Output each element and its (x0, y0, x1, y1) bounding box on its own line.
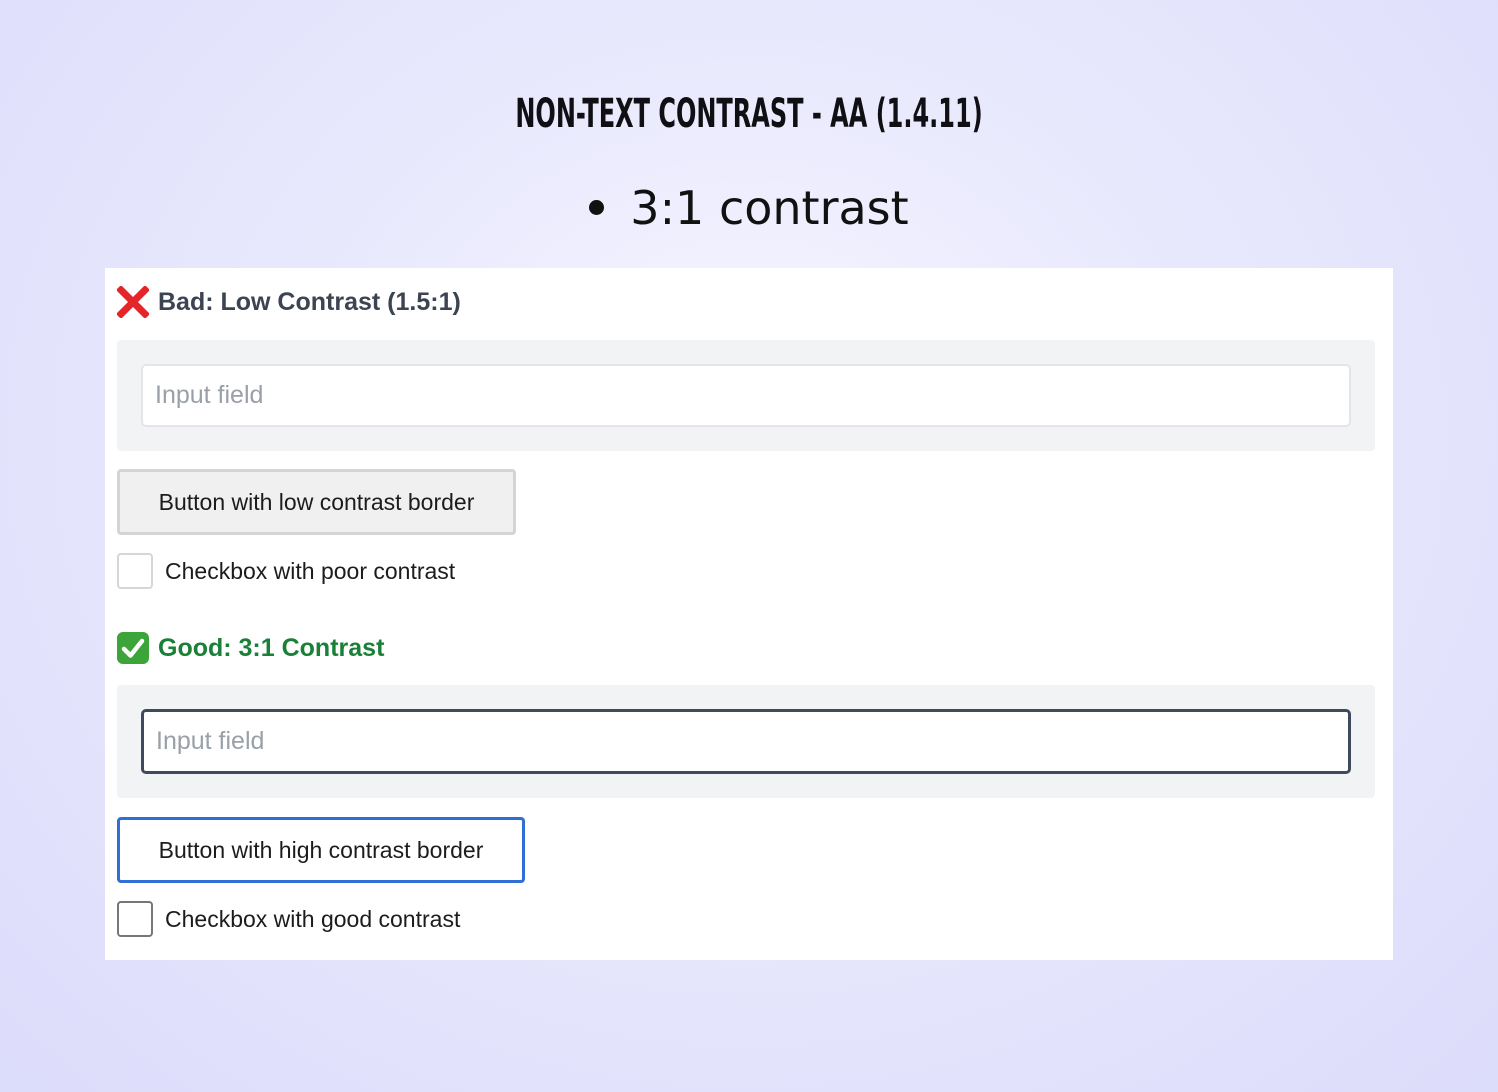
bullet-dot (589, 200, 605, 215)
bullet-text: 3:1 contrast (630, 181, 909, 235)
demo-panel: Bad: Low Contrast (1.5:1) Button with lo… (105, 268, 1393, 960)
bad-checkbox[interactable] (117, 553, 153, 589)
bad-example-heading: Bad: Low Contrast (1.5:1) (117, 284, 461, 320)
good-example-heading: Good: 3:1 Contrast (117, 630, 384, 666)
good-input-container (117, 685, 1375, 798)
bullet-list: 3:1 contrast (0, 178, 1498, 238)
good-example-heading-text: Good: 3:1 Contrast (158, 633, 385, 662)
bad-input-field[interactable] (141, 364, 1351, 427)
bullet-item: 3:1 contrast (589, 178, 909, 238)
bad-example-heading-text: Bad: Low Contrast (1.5:1) (158, 287, 461, 316)
good-checkbox-row[interactable]: Checkbox with good contrast (117, 901, 460, 937)
cross-mark-icon (117, 286, 149, 318)
good-input-field[interactable] (141, 709, 1351, 774)
bad-checkbox-label[interactable]: Checkbox with poor contrast (165, 558, 455, 585)
good-checkbox[interactable] (117, 901, 153, 937)
good-checkbox-label[interactable]: Checkbox with good contrast (165, 906, 460, 933)
good-high-contrast-button[interactable]: Button with high contrast border (117, 817, 525, 883)
check-mark-button-icon (117, 632, 149, 664)
bad-input-container (117, 340, 1375, 451)
bad-low-contrast-button[interactable]: Button with low contrast border (117, 469, 516, 535)
slide-title: NON-TEXT CONTRAST - AA (1.4.11) (515, 91, 983, 137)
bad-checkbox-row[interactable]: Checkbox with poor contrast (117, 553, 455, 589)
